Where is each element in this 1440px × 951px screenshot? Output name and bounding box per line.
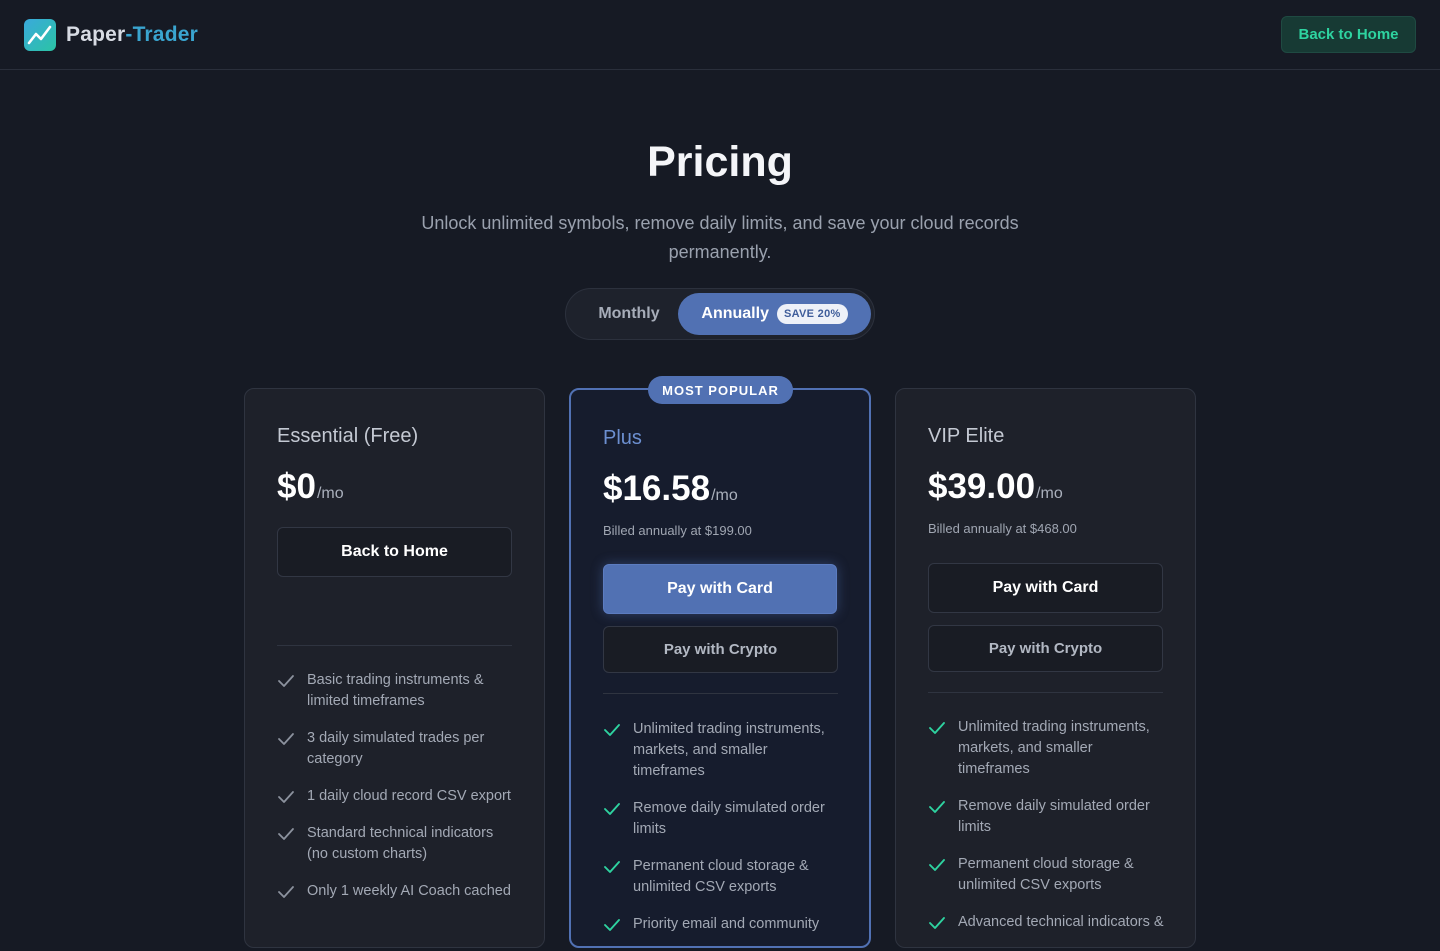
list-item: Permanent cloud storage & unlimited CSV … [603,856,843,898]
feature-text: Only 1 weekly AI Coach cached [307,883,511,899]
check-icon [929,801,945,813]
list-item: Standard technical indicators (no custom… [277,823,517,865]
plan-price: $39.00 /mo [928,467,1063,507]
feature-text: Unlimited trading instruments, markets, … [958,719,1150,777]
check-icon [604,724,620,736]
pay-with-crypto-button[interactable]: Pay with Crypto [928,625,1163,672]
feature-text: Unlimited trading instruments, markets, … [633,721,825,779]
price-amount: $16.58 [603,469,711,508]
feature-text: Permanent cloud storage & unlimited CSV … [633,858,809,895]
billing-monthly-option[interactable]: Monthly [576,293,682,335]
feature-text: Basic trading instruments & limited time… [307,672,484,709]
list-item: Unlimited trading instruments, markets, … [928,717,1168,780]
feature-text: 1 daily cloud record CSV export [307,788,511,804]
check-icon [604,803,620,815]
price-period: /mo [316,485,344,502]
list-item: Remove daily simulated order limits [603,798,843,840]
pay-with-card-button[interactable]: Pay with Card [603,564,837,614]
list-item: Advanced technical indicators & [928,912,1168,933]
top-nav-bar: Paper-Trader Back to Home [0,0,1440,70]
check-icon [604,861,620,873]
brand-name-part1: Paper [66,23,126,46]
billing-note: Billed annually at $199.00 [603,523,752,538]
back-to-home-button[interactable]: Back to Home [1281,16,1416,53]
feature-text: Remove daily simulated order limits [633,800,825,837]
brand-name: Paper-Trader [66,23,198,47]
plan-price: $0 /mo [277,467,344,507]
brand-name-part2: -Trader [125,23,198,46]
list-item: Remove daily simulated order limits [928,796,1168,838]
save-badge: SAVE 20% [776,304,848,324]
plan-name: VIP Elite [928,425,1005,447]
divider [603,693,838,694]
check-icon [278,791,294,803]
billing-annually-option[interactable]: Annually SAVE 20% [678,293,871,335]
plan-name: Essential (Free) [277,425,419,447]
check-icon [278,886,294,898]
check-icon [278,675,294,687]
feature-text: Standard technical indicators (no custom… [307,825,494,862]
feature-list: Basic trading instruments & limited time… [277,670,517,918]
check-icon [278,828,294,840]
billing-toggle: Monthly Annually SAVE 20% [565,288,875,340]
feature-list: Unlimited trading instruments, markets, … [928,717,1168,949]
divider [277,645,512,646]
list-item: Priority email and community [603,914,843,935]
price-amount: $39.00 [928,467,1036,506]
feature-list: Unlimited trading instruments, markets, … [603,719,843,951]
feature-text: 3 daily simulated trades per category [307,730,485,767]
plan-card-plus: Plus $16.58 /mo Billed annually at $199.… [569,388,871,948]
most-popular-badge: MOST POPULAR [648,376,793,404]
divider [928,692,1163,693]
list-item: 1 daily cloud record CSV export [277,786,517,807]
chart-line-icon [24,19,56,51]
plan-name: Plus [603,427,642,449]
price-period: /mo [1036,485,1063,502]
brand[interactable]: Paper-Trader [24,19,198,51]
plan-card-free: Essential (Free) $0 /mo Back to Home Bas… [244,388,545,948]
check-icon [929,917,945,929]
pay-with-card-button[interactable]: Pay with Card [928,563,1163,613]
plan-price: $16.58 /mo [603,469,738,509]
check-icon [604,919,620,931]
billing-note: Billed annually at $468.00 [928,521,1077,536]
list-item: Only 1 weekly AI Coach cached [277,881,517,902]
check-icon [278,733,294,745]
feature-text: Remove daily simulated order limits [958,798,1150,835]
page-title: Pricing [647,138,793,186]
feature-text: Priority email and community [633,916,820,932]
pay-with-crypto-button[interactable]: Pay with Crypto [603,626,838,673]
list-item: Unlimited trading instruments, markets, … [603,719,843,782]
list-item: 3 daily simulated trades per category [277,728,517,770]
billing-annually-label: Annually [701,305,769,322]
check-icon [929,859,945,871]
list-item: Basic trading instruments & limited time… [277,670,517,712]
price-period: /mo [711,487,738,504]
list-item: Permanent cloud storage & unlimited CSV … [928,854,1168,896]
feature-text: Advanced technical indicators & [958,914,1164,930]
back-to-home-plan-button[interactable]: Back to Home [277,527,512,577]
price-amount: $0 [277,467,316,506]
page-subtitle: Unlock unlimited symbols, remove daily l… [421,213,1019,262]
plan-card-vip: VIP Elite $39.00 /mo Billed annually at … [895,388,1196,948]
check-icon [929,722,945,734]
feature-text: Permanent cloud storage & unlimited CSV … [958,856,1134,893]
